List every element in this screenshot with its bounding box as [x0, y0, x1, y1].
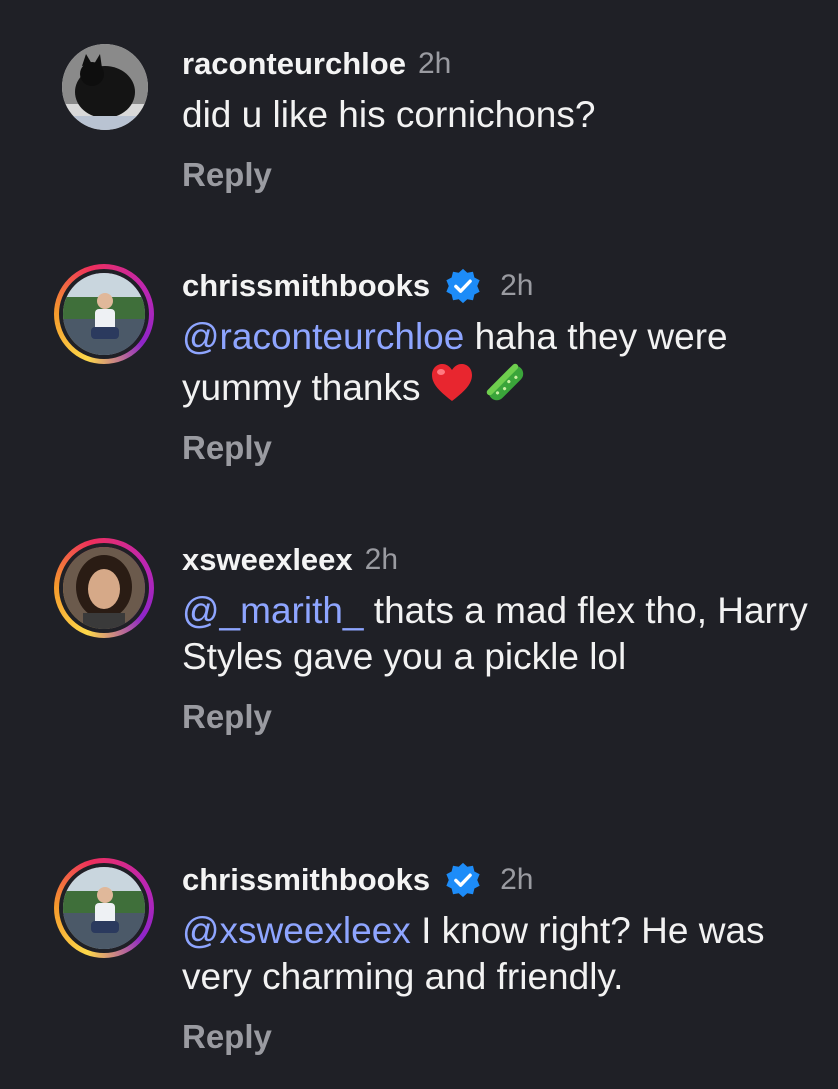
- avatar[interactable]: [54, 264, 154, 364]
- mention-link[interactable]: @_marith_: [182, 590, 364, 631]
- avatar-image: [59, 269, 149, 359]
- comment-text: @_marith_ thats a mad flex tho, Harry St…: [182, 588, 808, 680]
- avatar-image: [59, 863, 149, 953]
- reply-button[interactable]: Reply: [182, 156, 808, 194]
- avatar[interactable]: [54, 538, 154, 638]
- comment-text: @raconteurchloe haha they were yummy tha…: [182, 314, 808, 411]
- username[interactable]: xsweexleex: [182, 542, 353, 578]
- avatar-image: [59, 543, 149, 633]
- verified-badge-icon: [446, 268, 480, 304]
- mention-link[interactable]: @xsweexleex: [182, 910, 411, 951]
- verified-badge-icon: [446, 862, 480, 898]
- avatar-image: [62, 44, 148, 130]
- timestamp: 2h: [364, 543, 399, 576]
- reply-button[interactable]: Reply: [182, 1018, 808, 1056]
- comment-text: did u like his cornichons?: [182, 92, 808, 138]
- username[interactable]: raconteurchloe: [182, 46, 406, 82]
- comment-text: @xsweexleex I know right? He was very ch…: [182, 908, 808, 1000]
- avatar[interactable]: [54, 858, 154, 958]
- cucumber-emoji-icon: [486, 363, 523, 401]
- red-heart-emoji-icon: [431, 364, 472, 401]
- reply-button[interactable]: Reply: [182, 698, 808, 736]
- timestamp: 2h: [500, 863, 534, 896]
- timestamp: 2h: [417, 47, 452, 80]
- reply-button[interactable]: Reply: [182, 429, 808, 467]
- timestamp: 2h: [500, 269, 534, 302]
- mention-link[interactable]: @raconteurchloe: [182, 316, 464, 357]
- username[interactable]: chrissmithbooks: [182, 862, 430, 898]
- username[interactable]: chrissmithbooks: [182, 268, 430, 304]
- avatar[interactable]: [54, 44, 154, 144]
- comment-body: did u like his cornichons?: [182, 94, 596, 135]
